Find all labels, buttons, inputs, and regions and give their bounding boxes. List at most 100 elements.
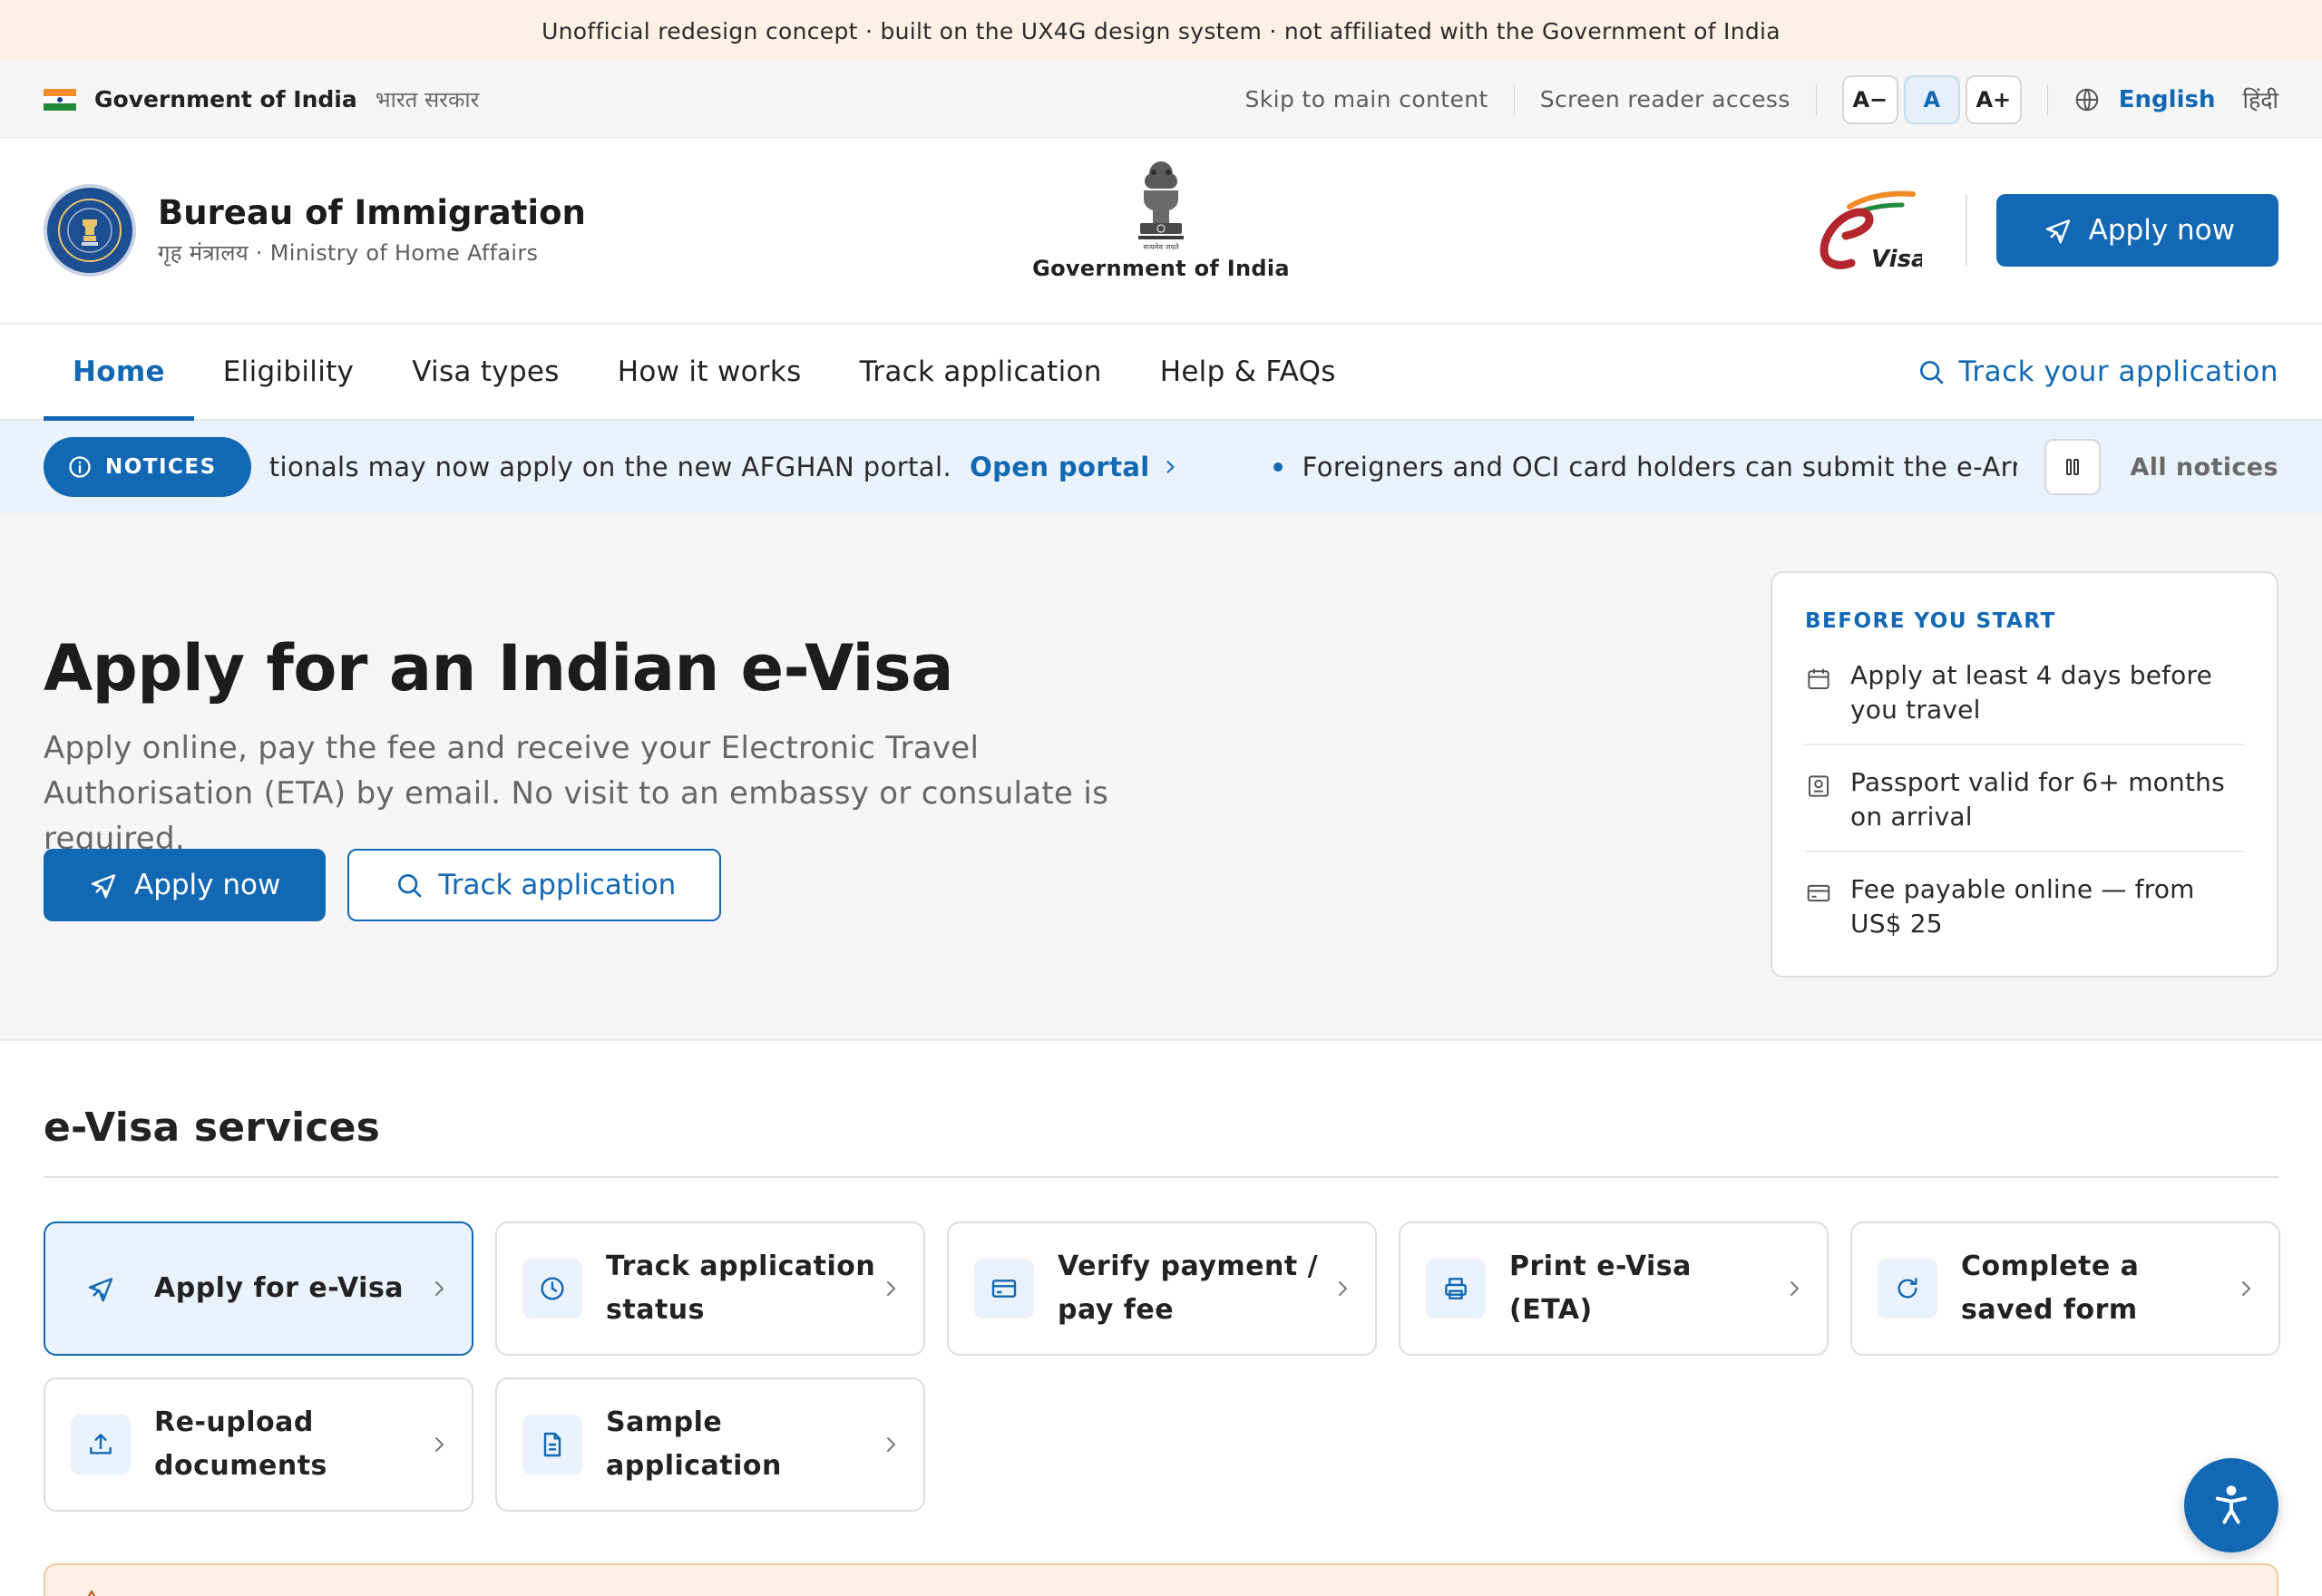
divider	[1815, 84, 1817, 114]
divider	[1513, 84, 1515, 114]
refresh-icon	[1878, 1259, 1937, 1319]
hero-section: Apply for an Indian e-Visa Apply online,…	[0, 513, 2322, 1041]
emblem-caption: Government of India	[1032, 256, 1290, 281]
services-title: e-Visa services	[44, 1105, 381, 1151]
site-title: Bureau of Immigration	[158, 193, 586, 232]
card-icon	[974, 1259, 1034, 1319]
main-nav: Home Eligibility Visa types How it works…	[0, 325, 2322, 421]
all-notices-link[interactable]: All notices	[2130, 453, 2278, 482]
utility-bar: Government of India भारत सरकार Skip to m…	[0, 62, 2322, 138]
bullet-icon	[1273, 462, 1283, 472]
checklist-item: Apply at least 4 days before you travel	[1805, 658, 2244, 745]
nav-item-eligibility[interactable]: Eligibility	[194, 325, 383, 419]
nav-item-visa-types[interactable]: Visa types	[383, 325, 589, 419]
chevron-right-icon	[1161, 458, 1179, 476]
nav-item-help-faqs[interactable]: Help & FAQs	[1131, 325, 1365, 419]
hero-apply-now-label: Apply now	[134, 869, 281, 901]
language-hindi[interactable]: हिंदी	[2242, 84, 2278, 115]
service-card-verify-payment[interactable]: Verify payment / pay fee	[947, 1221, 1377, 1356]
ashoka-emblem-icon: सत्यमेव जयते	[1138, 161, 1184, 251]
hero-apply-now-button[interactable]: Apply now	[44, 849, 327, 921]
checklist-item-text: Fee payable online — from US$ 25	[1850, 874, 2195, 939]
notices-bar: NOTICES tionals may now apply on the new…	[0, 421, 2322, 513]
calendar-icon	[1805, 658, 1832, 727]
service-card-label: Track application status	[606, 1251, 876, 1326]
nav-item-track-application[interactable]: Track application	[831, 325, 1131, 419]
printer-icon	[1426, 1259, 1486, 1319]
nav-track-label: Track your application	[1958, 355, 2278, 388]
info-icon	[67, 454, 93, 480]
accessibility-button[interactable]	[2184, 1458, 2278, 1552]
search-icon	[395, 871, 424, 900]
checklist-item-text: Passport valid for 6+ months on arrival	[1850, 767, 2225, 832]
emblem-motto: सत्यमेव जयते	[1143, 242, 1179, 251]
hero-subtitle: Apply online, pay the fee and receive yo…	[44, 730, 1109, 857]
chevron-right-icon	[880, 1434, 902, 1455]
gov-name-en: Government of India	[94, 86, 357, 112]
bureau-seal-logo[interactable]	[44, 184, 136, 277]
checklist-item: Passport valid for 6+ months on arrival	[1805, 765, 2244, 852]
service-card-apply-e-visa[interactable]: Apply for e-Visa	[44, 1221, 473, 1356]
upload-icon	[71, 1415, 131, 1474]
hero-title: Apply for an Indian e-Visa	[44, 631, 953, 706]
disclaimer-banner: Unofficial redesign concept · built on t…	[0, 0, 2322, 62]
notices-ticker: tionals may now apply on the new AFGHAN …	[269, 452, 2018, 482]
chevron-right-icon	[428, 1434, 450, 1455]
services-grid: Apply for e-Visa Track application statu…	[44, 1221, 2280, 1512]
plane-icon	[89, 871, 118, 900]
service-card-print-evisa[interactable]: Print e-Visa (ETA)	[1399, 1221, 1829, 1356]
header-apply-now-button[interactable]: Apply now	[1995, 194, 2278, 267]
notices-badge: NOTICES	[44, 437, 251, 497]
service-card-sample-application[interactable]: Sample application	[495, 1377, 925, 1512]
font-decrease-button[interactable]: A−	[1841, 74, 1898, 124]
service-card-complete-saved-form[interactable]: Complete a saved form	[1850, 1221, 2280, 1356]
before-you-start-title: BEFORE YOU START	[1805, 609, 2056, 633]
search-icon	[1917, 357, 1946, 386]
evisa-logo[interactable]: Visa	[1810, 187, 1922, 274]
accessibility-icon	[2215, 1485, 2248, 1524]
service-card-label: Complete a saved form	[1961, 1251, 2140, 1326]
divider	[44, 1176, 2278, 1178]
national-emblem: सत्यमेव जयते Government of India	[998, 158, 1324, 281]
pause-ticker-button[interactable]	[2044, 439, 2102, 495]
notices-label: NOTICES	[105, 455, 217, 479]
site-header: Bureau of Immigration गृह मंत्रालय · Min…	[0, 138, 2322, 325]
india-flag-icon	[44, 88, 76, 111]
checklist-item-text: Apply at least 4 days before you travel	[1850, 660, 2213, 725]
screen-reader-link[interactable]: Screen reader access	[1540, 86, 1790, 112]
chevron-right-icon	[2235, 1278, 2257, 1299]
chevron-right-icon	[428, 1278, 450, 1299]
font-increase-button[interactable]: A+	[1965, 74, 2022, 124]
nav-track-your-application[interactable]: Track your application	[1917, 325, 2278, 419]
card-icon	[1805, 872, 1832, 941]
services-section: e-Visa services Apply for e-Visa Track a…	[44, 1105, 2280, 1512]
skip-to-content-link[interactable]: Skip to main content	[1244, 86, 1488, 112]
font-size-controls: A− A A+	[1841, 74, 2022, 124]
service-card-reupload-documents[interactable]: Re-upload documents	[44, 1377, 473, 1512]
service-card-track-status[interactable]: Track application status	[495, 1221, 925, 1356]
nav-item-home[interactable]: Home	[44, 325, 194, 421]
hero-track-application-label: Track application	[438, 869, 677, 901]
service-card-label: Re-upload documents	[154, 1406, 327, 1482]
document-icon	[522, 1415, 582, 1474]
before-you-start-card: BEFORE YOU START Apply at least 4 days b…	[1771, 571, 2278, 978]
divider	[2046, 84, 2048, 114]
checklist-item: Fee payable online — from US$ 25	[1805, 872, 2244, 958]
service-card-label: Print e-Visa (ETA)	[1509, 1251, 1692, 1326]
passport-icon	[1805, 765, 1832, 834]
nav-item-how-it-works[interactable]: How it works	[589, 325, 831, 419]
font-normal-button[interactable]: A	[1903, 74, 1960, 124]
service-card-label: Sample application	[606, 1406, 782, 1482]
disclaimer-text: Unofficial redesign concept · built on t…	[541, 17, 1781, 44]
alert-banner	[44, 1563, 2278, 1596]
hero-track-application-button[interactable]: Track application	[347, 849, 722, 921]
clock-icon	[522, 1259, 582, 1319]
service-card-label: Apply for e-Visa	[154, 1272, 405, 1304]
chevron-right-icon	[1332, 1278, 1353, 1299]
chevron-right-icon	[880, 1278, 902, 1299]
plane-icon	[2044, 216, 2073, 245]
open-portal-link[interactable]: Open portal	[970, 452, 1150, 482]
gov-name-hi: भारत सरकार	[375, 87, 480, 112]
divider	[1965, 195, 1967, 266]
language-english[interactable]: English	[2119, 86, 2216, 113]
